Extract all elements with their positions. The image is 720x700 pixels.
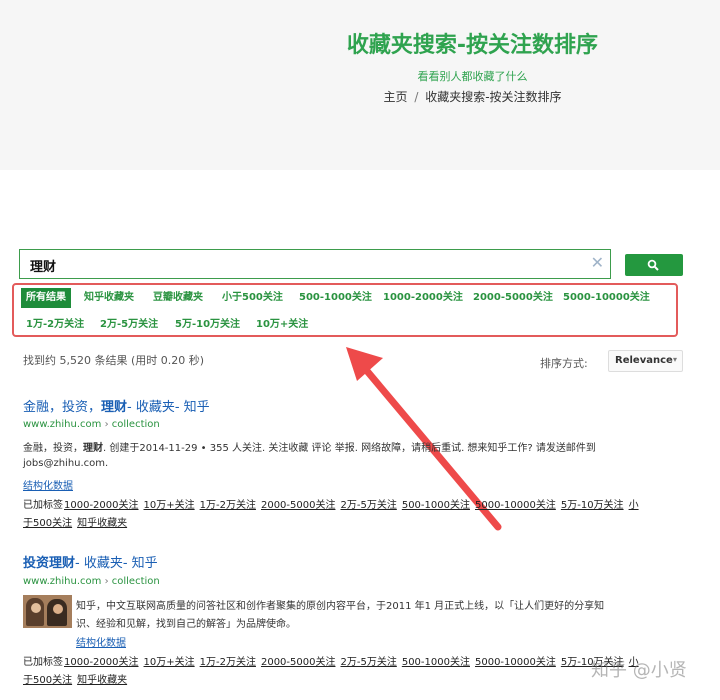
watermark: 知乎 @小贤 [591,660,687,681]
result-title-highlight: 理财 [101,400,128,415]
tag-link[interactable]: 知乎收藏夹 [77,675,127,686]
result-url-path: collection [111,419,160,430]
result-url-1: www.zhihu.com › collection [23,419,160,430]
sort-label: 排序方式: [540,357,588,370]
result-url-domain: www.zhihu.com [23,576,102,587]
result-snippet-2-line-2: 识、经验和见解，找到自己的解答」为品牌使命。 [76,619,296,630]
result-tags-2: 已加标签1000-2000关注 10万+关注 1万-2万关注 2000-5000关注 2… [23,653,644,668]
tag-link[interactable]: 1000-2000关注 [64,657,139,668]
result-thumbnail [23,595,72,628]
chevron-down-icon: ▾ [672,355,677,364]
result-count: 找到约 5,520 条结果 (用时 0.20 秒) [23,354,205,367]
result-title-highlight: 投资理财 [23,556,76,571]
result-url-2: www.zhihu.com › collection [23,576,160,587]
tag-link[interactable]: 10万+关注 [144,657,195,668]
tag-link[interactable]: 5000-10000关注 [475,500,556,511]
tag-link[interactable]: 500-1000关注 [402,657,470,668]
result-title-1[interactable]: 金融，投资，理财- 收藏夹- 知乎 [23,396,210,415]
result-tags-1: 已加标签1000-2000关注 10万+关注 1万-2万关注 2000-5000关注 2… [23,496,644,511]
result-url-separator: › [104,576,109,587]
tag-link[interactable]: 小 [629,500,639,511]
structured-data-link[interactable]: 结构化数据 [23,477,73,492]
tag-link[interactable]: 5万-10万关注 [561,500,624,511]
result-title-2[interactable]: 投资理财- 收藏夹- 知乎 [23,552,158,571]
result-url-domain: www.zhihu.com [23,419,102,430]
tag-link[interactable]: 知乎收藏夹 [77,518,127,529]
tag-link[interactable]: 5000-10000关注 [475,657,556,668]
tag-link[interactable]: 1万-2万关注 [200,500,256,511]
tag-link[interactable]: 2000-5000关注 [261,500,336,511]
tag-link[interactable]: 1万-2万关注 [200,657,256,668]
result-url-path: collection [111,576,160,587]
result-tags-1-line-2: 于500关注 知乎收藏夹 [23,514,132,529]
tag-link[interactable]: 2万-5万关注 [340,500,396,511]
result-tags-2-line-2: 于500关注 知乎收藏夹 [23,671,132,686]
result-title-prefix: 金融，投资， [23,400,102,415]
tag-link[interactable]: 10万+关注 [144,500,195,511]
tag-link[interactable]: 1000-2000关注 [64,500,139,511]
result-title-suffix: - 收藏夹- 知乎 [75,556,158,571]
snippet-text: 金融，投资， [23,443,83,454]
result-snippet-1: 金融，投资，理财. 创建于2014-11-29 • 355 人关注. 关注收藏 … [23,439,596,454]
sort-value: Relevance [615,355,673,366]
result-snippet-2: 知乎，中文互联网高质量的问答社区和创作者聚集的原创内容平台，于2011 年1 月… [76,601,605,612]
tag-link[interactable]: 2万-5万关注 [340,657,396,668]
tag-link[interactable]: 500-1000关注 [402,500,470,511]
snippet-text: . 创建于2014-11-29 • 355 人关注. 关注收藏 评论 举报. 网… [103,443,596,454]
tags-label: 已加标签 [23,500,63,511]
snippet-highlight: 理财 [83,443,103,454]
tag-link[interactable]: 2000-5000关注 [261,657,336,668]
sort-dropdown[interactable]: Relevance ▾ [608,350,683,372]
result-title-suffix: - 收藏夹- 知乎 [127,400,210,415]
result-snippet-line-2: jobs@zhihu.com. [23,458,109,469]
tag-link[interactable]: 于500关注 [23,675,72,686]
structured-data-link[interactable]: 结构化数据 [76,634,126,649]
tag-link[interactable]: 于500关注 [23,518,72,529]
result-url-separator: › [104,419,109,430]
tags-label: 已加标签 [23,657,63,668]
